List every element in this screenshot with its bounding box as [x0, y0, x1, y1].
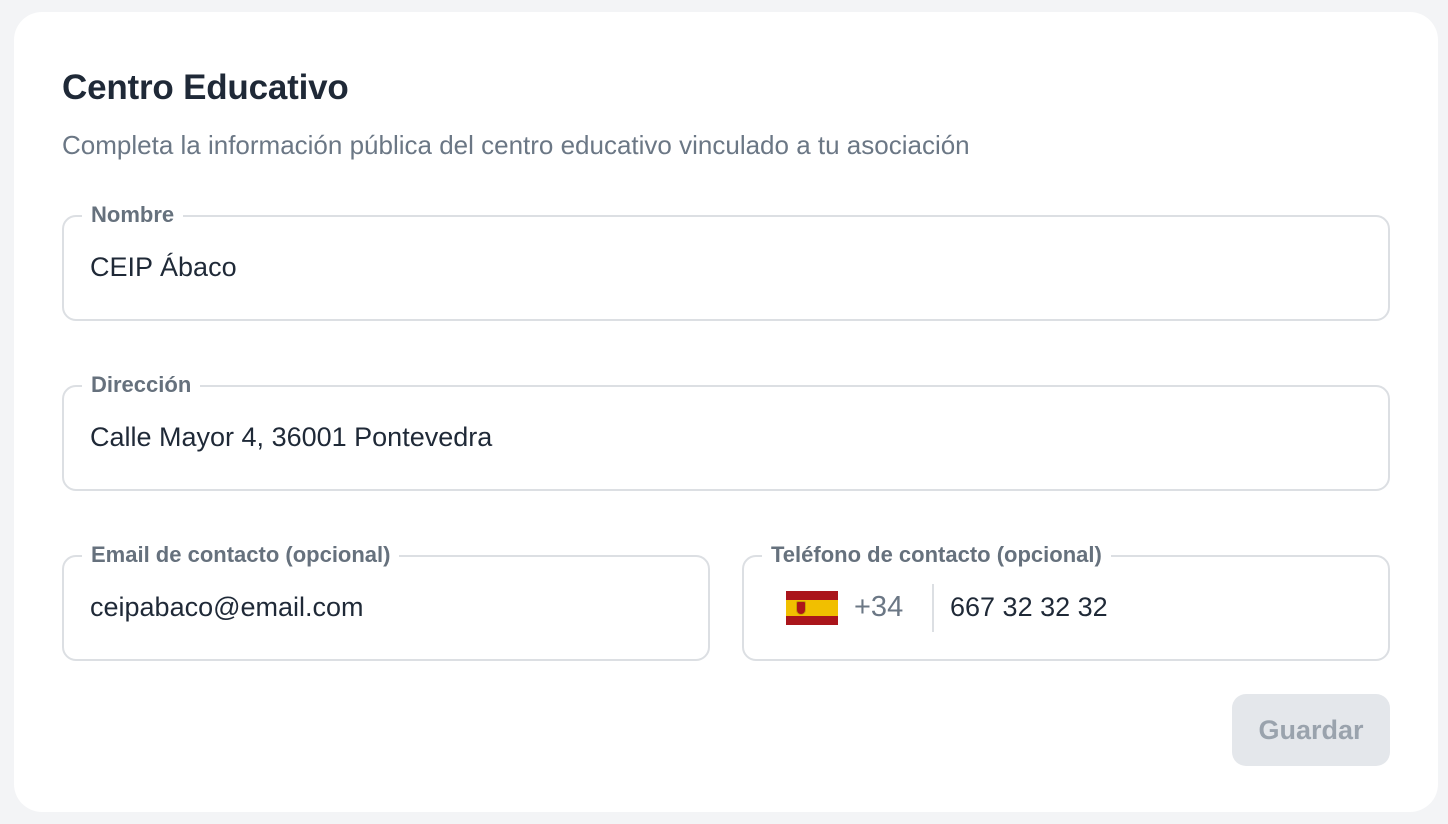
name-field[interactable]: Nombre CEIP Ábaco	[62, 201, 1390, 321]
flag-crest	[797, 602, 805, 614]
email-field[interactable]: Email de contacto (opcional) ceipabaco@e…	[62, 541, 710, 661]
address-field[interactable]: Dirección Calle Mayor 4, 36001 Pontevedr…	[62, 371, 1390, 491]
name-input[interactable]: CEIP Ábaco	[90, 249, 237, 285]
phone-input[interactable]: 667 32 32 32	[950, 589, 1108, 625]
name-field-label: Nombre	[82, 201, 184, 229]
email-input[interactable]: ceipabaco@email.com	[90, 589, 364, 625]
address-field-label: Dirección	[82, 371, 201, 399]
save-button[interactable]: Guardar	[1232, 694, 1390, 766]
page-title: Centro Educativo	[62, 68, 349, 107]
page-subtitle: Completa la información pública del cent…	[62, 130, 970, 160]
flag-stripe-bottom	[786, 616, 838, 625]
email-field-label: Email de contacto (opcional)	[82, 541, 400, 569]
flag-stripe-top	[786, 591, 838, 600]
country-dial-code[interactable]: +34	[854, 589, 903, 625]
school-info-card: Centro Educativo Completa la información…	[14, 12, 1438, 812]
phone-field-label: Teléfono de contacto (opcional)	[762, 541, 1111, 569]
phone-divider	[932, 584, 934, 632]
address-input[interactable]: Calle Mayor 4, 36001 Pontevedra	[90, 419, 492, 455]
spain-flag-icon[interactable]	[786, 591, 838, 625]
flag-stripe-middle	[786, 600, 838, 616]
phone-field[interactable]: Teléfono de contacto (opcional) +34 667 …	[742, 541, 1390, 661]
